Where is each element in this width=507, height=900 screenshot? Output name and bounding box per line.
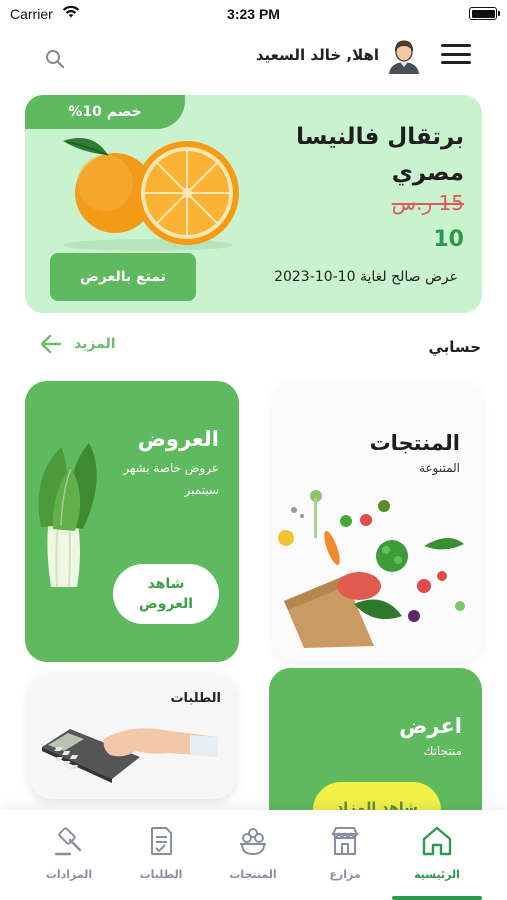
farm-store-icon: [331, 827, 359, 855]
offers-card[interactable]: العروض عروض خاصة بشهر سبتمبر شاهد العروض: [25, 381, 239, 662]
search-icon[interactable]: [44, 48, 66, 70]
tab-farms-label: مزارع: [329, 868, 361, 881]
tab-orders[interactable]: الطلبات: [116, 824, 206, 890]
greeting-text: اهلا, خالد السعيد: [255, 46, 379, 64]
products-icon: [240, 828, 266, 856]
tab-auctions[interactable]: المزادات: [24, 824, 114, 890]
more-link[interactable]: المزيد: [40, 334, 116, 354]
new-price: 10: [433, 227, 464, 252]
see-offers-button[interactable]: شاهد العروض: [113, 564, 219, 624]
active-tab-indicator: [392, 896, 482, 900]
showcase-products-card[interactable]: اعرض منتجاتك شاهد المزاد: [269, 668, 482, 818]
status-bar: Carrier 3:23 PM: [0, 0, 507, 30]
battery-icon: [469, 7, 500, 20]
tab-home-label: الرئيسية: [414, 868, 460, 881]
tab-products-label: المنتجات: [229, 868, 277, 881]
offers-card-title: العروض: [137, 427, 219, 451]
offer-product-name: برتقال فالنيسا مصري: [296, 124, 464, 186]
featured-offer-banner[interactable]: خصم 10% برتقال فالنيسا مصري 15 ر.س 10 عر…: [25, 95, 482, 313]
orders-card-title: الطلبات: [170, 691, 221, 706]
avatar[interactable]: [387, 36, 421, 74]
products-card-subtitle: المتنوعة: [419, 461, 460, 475]
enjoy-offer-button[interactable]: تمتع بالعرض: [50, 253, 196, 301]
auction-gavel-icon: [54, 827, 82, 856]
tab-home[interactable]: الرئيسية: [392, 824, 482, 890]
discount-badge: خصم 10%: [25, 95, 185, 129]
home-icon: [422, 826, 452, 856]
clock: 3:23 PM: [227, 6, 280, 22]
lettuce-image: [38, 443, 97, 588]
tab-products[interactable]: المنتجات: [208, 824, 298, 890]
orders-card[interactable]: الطلبات: [30, 673, 235, 799]
tab-farms[interactable]: مزارع: [300, 824, 390, 890]
showcase-card-title: اعرض: [399, 714, 462, 738]
app-header: اهلا, خالد السعيد: [0, 32, 507, 80]
products-card-title: المنتجات: [369, 431, 460, 455]
tab-auctions-label: المزادات: [45, 868, 93, 881]
hamburger-menu-icon[interactable]: [441, 42, 471, 66]
old-price: 15 ر.س: [391, 191, 464, 215]
more-link-label: المزيد: [74, 336, 116, 352]
section-title: حسابي: [428, 338, 481, 356]
showcase-card-subtitle: منتجاتك: [423, 744, 462, 758]
offer-validity: عرض صالح لغاية 10-10-2023: [274, 269, 458, 285]
orders-icon: [151, 827, 172, 855]
offers-card-subtitle: عروض خاصة بشهر سبتمبر: [123, 461, 219, 497]
groceries-image: [278, 490, 465, 648]
account-section-header: حسابي المزيد: [0, 332, 507, 362]
calculator-image: [42, 728, 218, 783]
orange-image: [63, 138, 239, 251]
products-card[interactable]: المنتجات المتنوعة: [272, 381, 482, 662]
arrow-left-icon: [40, 334, 62, 354]
bottom-tab-bar: الرئيسية مزارع المنتجات الطلبات المزادات: [0, 810, 507, 900]
tab-orders-label: الطلبات: [139, 868, 183, 881]
